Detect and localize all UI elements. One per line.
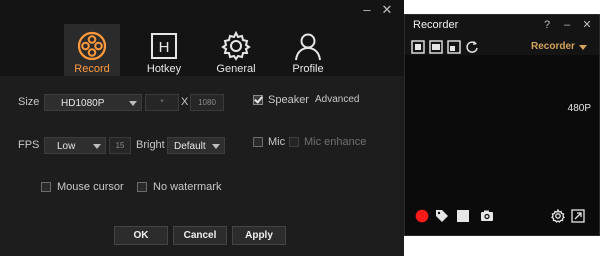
chevron-down-icon (579, 45, 587, 50)
settings-gear-icon[interactable] (551, 209, 565, 223)
tab-general-label: General (216, 63, 256, 75)
size-preset-value: HD1080P (61, 98, 105, 109)
record-settings-panel: Size HD1080P * X 1080 Speaker Advanced F… (0, 76, 404, 256)
size-width-input[interactable]: * (145, 94, 179, 111)
cancel-button[interactable]: Cancel (173, 226, 227, 245)
settings-topbar: – ✕ Record H Hotkey General Profile (0, 0, 404, 76)
stop-button[interactable] (456, 209, 470, 223)
film-reel-icon (77, 31, 107, 61)
no-watermark-label: No watermark (153, 181, 222, 193)
help-button[interactable]: ? (541, 18, 553, 32)
advanced-link[interactable]: Advanced (315, 93, 359, 107)
camera-icon[interactable] (480, 209, 494, 223)
resolution-label: 480P (567, 103, 591, 114)
user-icon (295, 33, 321, 61)
recorder-minimize-button[interactable]: – (561, 18, 573, 32)
bright-label: Bright (136, 139, 165, 151)
window-capture-icon[interactable] (429, 40, 443, 54)
tab-hotkey-label: Hotkey (146, 63, 182, 75)
size-preset-select[interactable]: HD1080P (44, 94, 142, 111)
ok-button[interactable]: OK (114, 226, 168, 245)
refresh-icon[interactable] (465, 40, 479, 54)
tab-profile[interactable]: Profile (280, 24, 336, 76)
fullscreen-capture-icon[interactable] (411, 40, 425, 54)
speaker-checkbox[interactable] (253, 95, 263, 105)
tab-record-label: Record (74, 63, 110, 75)
recorder-mode-select[interactable]: Recorder (531, 41, 575, 52)
expand-icon[interactable] (571, 209, 585, 223)
mic-checkbox[interactable] (253, 137, 263, 147)
gear-icon (221, 30, 251, 61)
record-button[interactable] (415, 209, 429, 223)
size-height-input[interactable]: 1080 (190, 94, 224, 111)
close-button[interactable]: ✕ (380, 3, 394, 17)
mic-enhance-label: Mic enhance (304, 136, 367, 148)
apply-button[interactable]: Apply (232, 226, 286, 245)
region-capture-icon[interactable] (447, 40, 461, 54)
chevron-down-icon (93, 144, 101, 149)
bright-value: Default (174, 141, 206, 152)
settings-dialog: – ✕ Record H Hotkey General Profile Size… (0, 0, 404, 256)
tab-record[interactable]: Record (64, 24, 120, 76)
fps-select[interactable]: Low (44, 137, 106, 154)
fps-value: Low (57, 141, 76, 152)
mic-label: Mic (268, 136, 286, 148)
recorder-title: Recorder (413, 19, 459, 31)
svg-text:H: H (159, 39, 170, 56)
speaker-label: Speaker (268, 94, 309, 106)
size-label: Size (18, 96, 40, 108)
fps-number-input[interactable]: 15 (109, 137, 131, 154)
size-x-separator: X (181, 96, 189, 108)
recorder-close-button[interactable]: ✕ (581, 18, 593, 32)
chevron-down-icon (129, 101, 137, 106)
tag-icon[interactable] (435, 209, 449, 223)
bright-select[interactable]: Default (167, 137, 225, 154)
mic-enhance-checkbox[interactable] (289, 137, 299, 147)
minimize-button[interactable]: – (360, 3, 374, 17)
mouse-cursor-label: Mouse cursor (57, 181, 124, 193)
tab-profile-label: Profile (292, 63, 324, 75)
mouse-cursor-checkbox[interactable] (41, 182, 51, 192)
tab-hotkey[interactable]: H Hotkey (136, 24, 192, 76)
fps-label: FPS (18, 139, 40, 151)
tab-general[interactable]: General (208, 24, 264, 76)
no-watermark-checkbox[interactable] (137, 182, 147, 192)
chevron-down-icon (212, 144, 220, 149)
recorder-panel: Recorder ? – ✕ Recorder 480P (404, 14, 600, 236)
recorder-preview: 480P (405, 55, 599, 235)
key-box-icon: H (151, 33, 177, 59)
